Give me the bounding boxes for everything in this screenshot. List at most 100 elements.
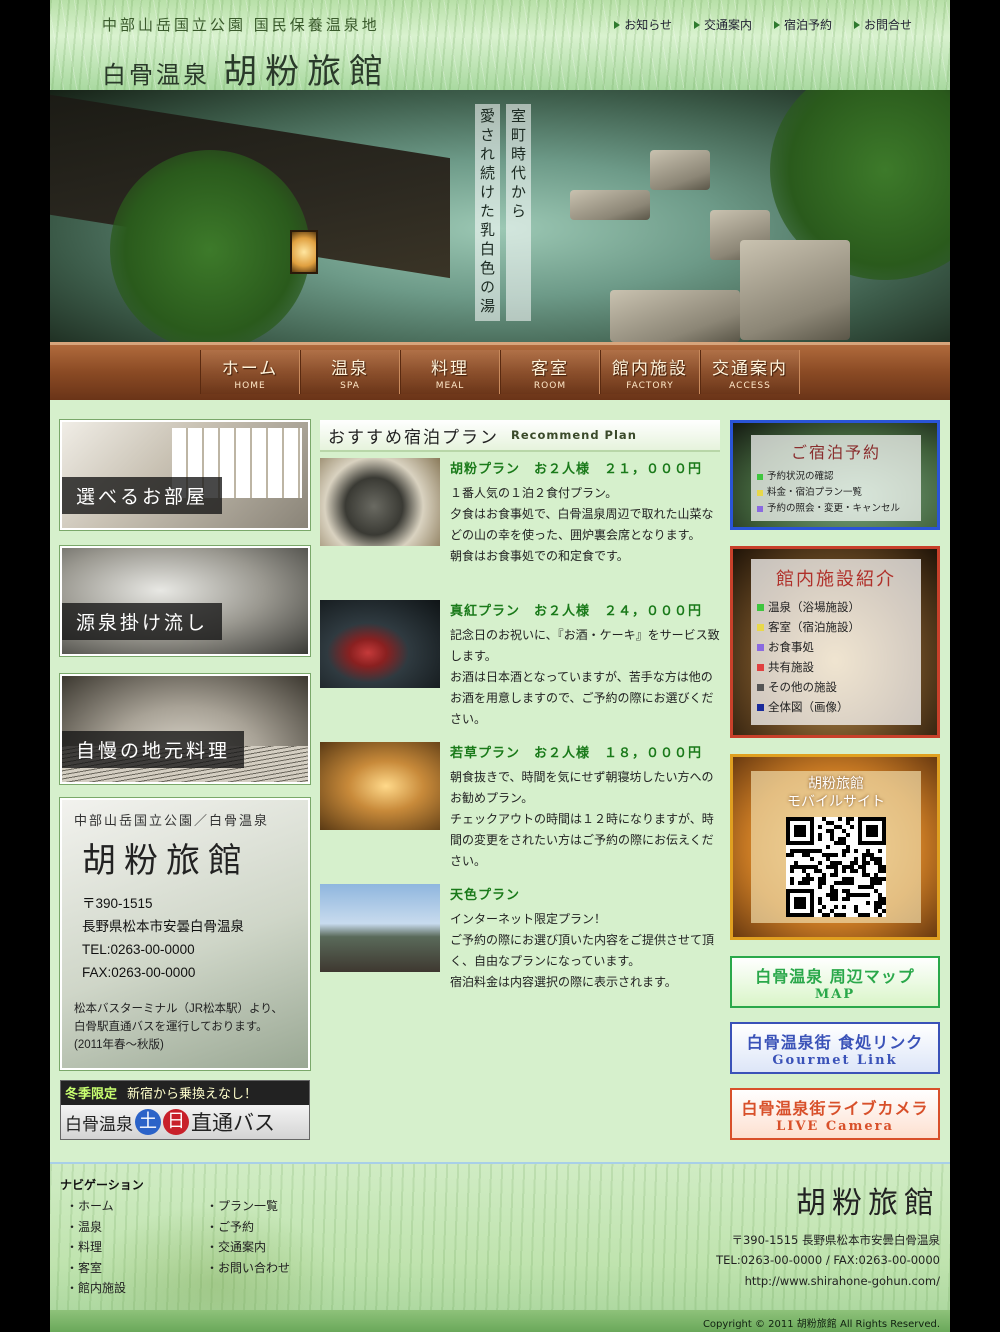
nav-label: 客室 bbox=[531, 359, 569, 379]
top-link-label: 宿泊予約 bbox=[783, 18, 832, 32]
plan-image-mountain[interactable] bbox=[320, 884, 440, 972]
nav-meal[interactable]: 料理 MEAL bbox=[400, 350, 500, 394]
footer-nav-link[interactable]: ・ホーム bbox=[66, 1196, 126, 1217]
nav-sublabel: MEAL bbox=[435, 381, 465, 391]
footer-nav-link[interactable]: ・温泉 bbox=[66, 1217, 126, 1238]
facility-link[interactable]: その他の施設 bbox=[757, 677, 921, 697]
nav-label: 料理 bbox=[431, 359, 469, 379]
hero-copy: 室町時代から 愛され続けた乳白色の湯 bbox=[475, 104, 531, 321]
info-note-line: 白骨駅直通バスを運行しております。 bbox=[74, 1021, 268, 1033]
banner-label: 源泉掛け流し bbox=[62, 603, 223, 640]
top-link-label: お知らせ bbox=[624, 18, 672, 32]
reservation-link[interactable]: 予約状況の確認 bbox=[757, 469, 921, 485]
bullet-icon bbox=[757, 474, 763, 480]
banner-label: 自慢の地元料理 bbox=[62, 731, 245, 768]
plan-body: 天色プラン インターネット限定プラン！ ご予約の際にお選び頂いた内容をご提供させ… bbox=[450, 884, 720, 993]
facility-link[interactable]: 全体図（画像） bbox=[757, 697, 921, 717]
facility-title[interactable]: 館内施設紹介 bbox=[751, 565, 921, 591]
content: 選べるお部屋 源泉掛け流し 自慢の地元料理 中部山岳国立公園／白骨温泉 胡粉旅館… bbox=[50, 408, 950, 1162]
facility-link[interactable]: 共有施設 bbox=[757, 657, 921, 677]
reservation-link-label: 予約の照会・変更・キャンセル bbox=[767, 503, 901, 514]
reservation-link[interactable]: 料金・宿泊プラン一覧 bbox=[757, 485, 921, 501]
bus-banner[interactable]: 冬季限定 新宿から乗換えなし！ 白骨温泉 土 日 直通バス bbox=[60, 1080, 310, 1140]
plan-title[interactable]: 真紅プラン お２人様 ２４，０００円 bbox=[450, 600, 720, 619]
plans-heading: おすすめ宿泊プラン Recommend Plan bbox=[320, 420, 720, 452]
main-nav: ホーム HOME 温泉 SPA 料理 MEAL 客室 ROOM 館内施設 FACTORY … bbox=[50, 342, 950, 400]
top-link-news[interactable]: お知らせ bbox=[614, 16, 672, 33]
footer-nav-link[interactable]: ・プラン一覧 bbox=[206, 1196, 290, 1217]
saturday-badge: 土 bbox=[135, 1109, 161, 1135]
site-title-main: 胡粉旅館 bbox=[223, 52, 392, 90]
info-note: 松本バスターミナル（JR松本駅）より、 白骨駅直通バスを運行しております。 (2… bbox=[74, 1000, 296, 1054]
footer-nav-link[interactable]: ・館内施設 bbox=[66, 1278, 126, 1299]
nav-home[interactable]: ホーム HOME bbox=[200, 350, 300, 394]
footer-url[interactable]: http://www.shirahone-gohun.com/ bbox=[745, 1274, 940, 1288]
top-link-label: 交通案内 bbox=[703, 18, 752, 32]
plan-line: １番人気の１泊２食付プラン。 bbox=[450, 486, 618, 500]
facility-link[interactable]: 客室（宿泊施設） bbox=[757, 617, 921, 637]
map-link-banner[interactable]: 白骨温泉 周辺マップ MAP bbox=[730, 956, 940, 1008]
banner-hot-spring[interactable]: 源泉掛け流し bbox=[60, 546, 310, 656]
banner-rooms[interactable]: 選べるお部屋 bbox=[60, 420, 310, 530]
gourmet-link-banner[interactable]: 白骨温泉街 食処リンク Gourmet Link bbox=[730, 1022, 940, 1074]
sunday-badge: 日 bbox=[163, 1109, 189, 1135]
plan-line: 宿泊料金は内容選択の際に表示されます。 bbox=[450, 975, 677, 989]
info-name: 胡粉旅館 bbox=[82, 841, 250, 881]
header: 中部山岳国立公園 国民保養温泉地 白骨温泉 胡粉旅館 お知らせ 交通案内 宿泊予… bbox=[50, 0, 950, 90]
qr-code-icon bbox=[786, 817, 886, 917]
bus-top: 冬季限定 新宿から乗換えなし！ bbox=[61, 1083, 309, 1105]
plan-title[interactable]: 若草プラン お２人様 １８，０００円 bbox=[450, 742, 720, 761]
footer-nav-link[interactable]: ・ご予約 bbox=[206, 1217, 290, 1238]
plan-line: ご予約の際にお選び頂いた内容をご提供させて頂く、自由なプランになっています。 bbox=[450, 933, 715, 968]
info-note-line: 松本バスターミナル（JR松本駅）より、 bbox=[74, 1003, 283, 1015]
facility-link[interactable]: お食事処 bbox=[757, 637, 921, 657]
plan-image-teapot[interactable] bbox=[320, 458, 440, 546]
top-link-contact[interactable]: お問合せ bbox=[853, 16, 912, 33]
plan-title[interactable]: 胡粉プラン お２人様 ２１，０００円 bbox=[450, 458, 720, 477]
footer-nav-link[interactable]: ・料理 bbox=[66, 1237, 126, 1258]
plan-line: お酒は日本酒となっていますが、苦手な方は他のお酒を用意しますので、ご予約の際にお… bbox=[450, 670, 714, 726]
hero-rock bbox=[610, 290, 740, 342]
plan-line: チェックアウトの時間は１２時になりますが、時間の変更をされたい方はご予約の際にお… bbox=[450, 812, 714, 868]
footer-nav-link[interactable]: ・交通案内 bbox=[206, 1237, 290, 1258]
nav-sublabel: FACTORY bbox=[626, 381, 674, 391]
hero-copy-line-1: 室町時代から bbox=[506, 104, 531, 321]
plan-line: 朝食はお食事処での和定食です。 bbox=[450, 549, 629, 563]
bullet-icon bbox=[757, 683, 764, 691]
live-camera-link-banner[interactable]: 白骨温泉街ライブカメラ LIVE Camera bbox=[730, 1088, 940, 1140]
info-zip: 〒390-1515 bbox=[82, 896, 153, 911]
plan-description: １番人気の１泊２食付プラン。 夕食はお食事処で、白骨温泉周辺で取れた山菜などの山… bbox=[450, 483, 720, 567]
facility-link[interactable]: 温泉（浴場施設） bbox=[757, 597, 921, 617]
mobile-title: 胡粉旅館 bbox=[808, 776, 864, 792]
arrow-icon bbox=[614, 20, 621, 29]
map-link-label: 白骨温泉 周辺マップ bbox=[755, 967, 915, 986]
plan-description: インターネット限定プラン！ ご予約の際にお選び頂いた内容をご提供させて頂く、自由… bbox=[450, 909, 720, 993]
bus-direct: 直通バス bbox=[191, 1111, 275, 1135]
plan-title[interactable]: 天色プラン bbox=[450, 884, 720, 903]
reservation-panel: ご宿泊予約 予約状況の確認 料金・宿泊プラン一覧 予約の照会・変更・キャンセル bbox=[751, 435, 921, 521]
nav-room[interactable]: 客室 ROOM bbox=[500, 350, 600, 394]
bullet-icon bbox=[757, 506, 763, 512]
footer-nav-link[interactable]: ・客室 bbox=[66, 1258, 126, 1279]
site-title[interactable]: 白骨温泉 胡粉旅館 bbox=[102, 44, 391, 90]
plans-heading-en: Recommend Plan bbox=[511, 428, 637, 442]
plan-image-bath[interactable] bbox=[320, 742, 440, 830]
facility-panel: 館内施設紹介 温泉（浴場施設） 客室（宿泊施設） お食事処 共有施設 その他の施… bbox=[751, 559, 921, 725]
top-link-reservation[interactable]: 宿泊予約 bbox=[773, 16, 832, 33]
footer-nav-link[interactable]: ・お問い合わせ bbox=[206, 1258, 290, 1279]
bullet-icon bbox=[757, 603, 764, 611]
facility-link-label: 共有施設 bbox=[768, 660, 814, 674]
nav-access[interactable]: 交通案内 ACCESS bbox=[700, 350, 800, 394]
bullet-icon bbox=[757, 490, 763, 496]
mobile-site-box[interactable]: 胡粉旅館 モバイルサイト bbox=[730, 754, 940, 940]
nav-facility[interactable]: 館内施設 FACTORY bbox=[600, 350, 700, 394]
top-link-access[interactable]: 交通案内 bbox=[693, 16, 752, 33]
reservation-box: ご宿泊予約 予約状況の確認 料金・宿泊プラン一覧 予約の照会・変更・キャンセル bbox=[730, 420, 940, 530]
facility-link-label: お食事処 bbox=[768, 640, 814, 654]
hero-image: 室町時代から 愛され続けた乳白色の湯 bbox=[50, 90, 950, 342]
reservation-title[interactable]: ご宿泊予約 bbox=[751, 439, 921, 463]
nav-spa[interactable]: 温泉 SPA bbox=[300, 350, 400, 394]
banner-local-food[interactable]: 自慢の地元料理 bbox=[60, 674, 310, 784]
plan-image-sandals[interactable] bbox=[320, 600, 440, 688]
reservation-link[interactable]: 予約の照会・変更・キャンセル bbox=[757, 501, 921, 517]
